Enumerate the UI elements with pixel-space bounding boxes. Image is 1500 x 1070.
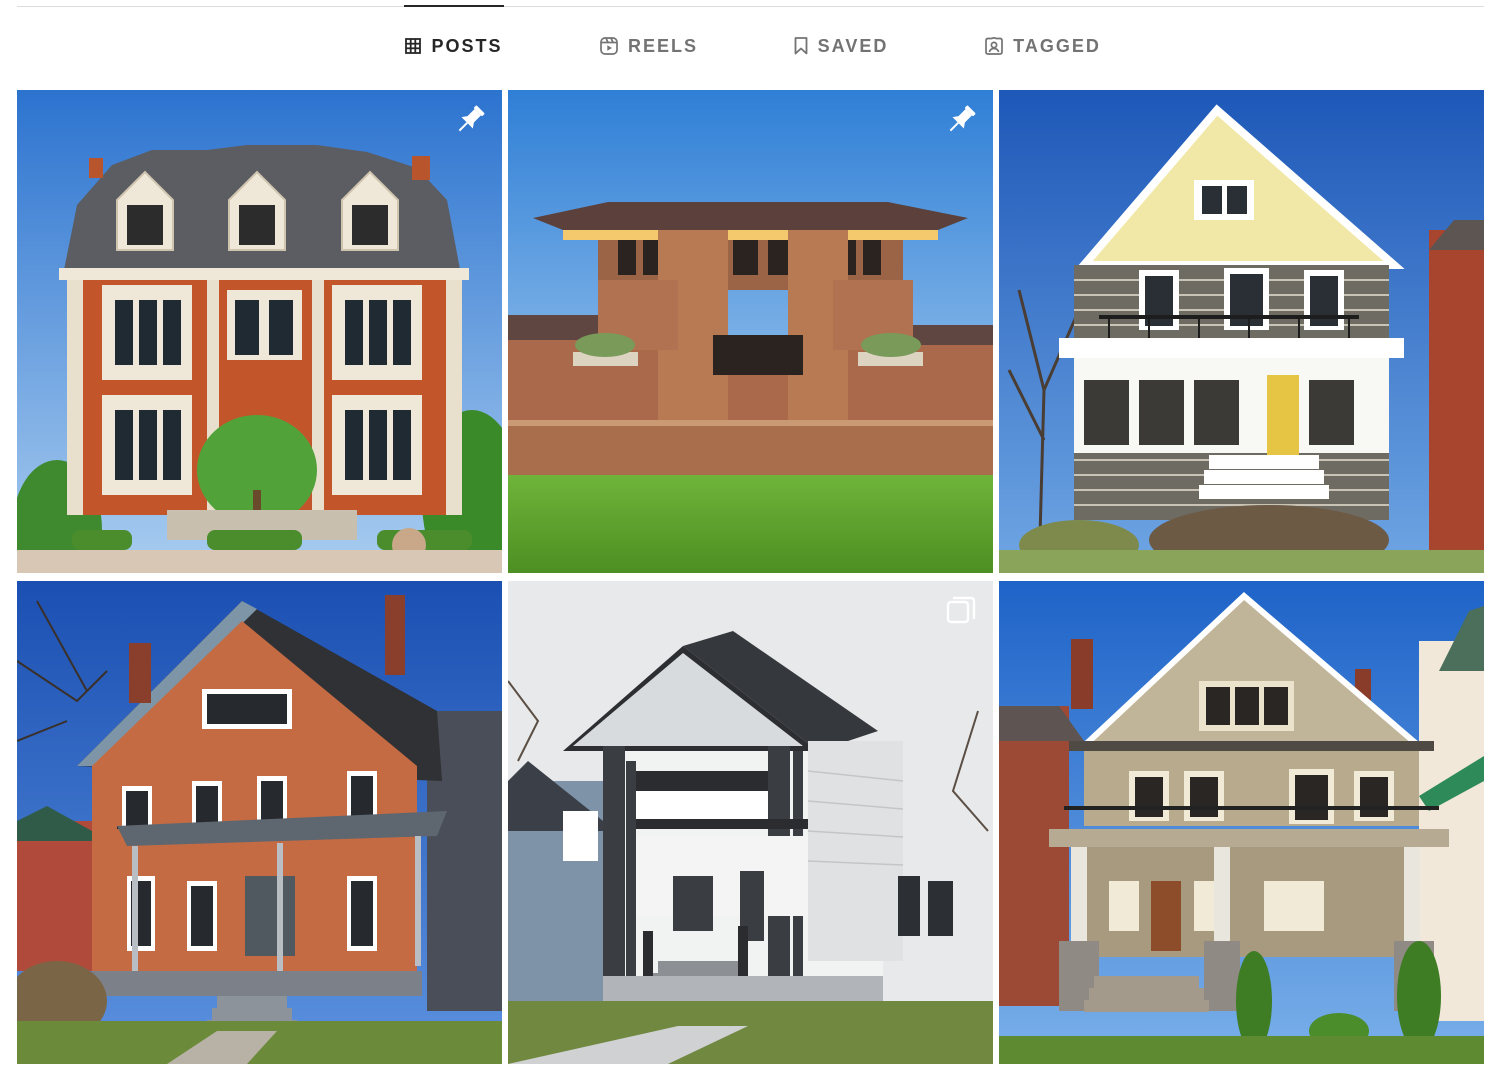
post-thumbnail[interactable] xyxy=(508,581,993,1064)
post-image xyxy=(17,90,502,573)
posts-grid xyxy=(17,90,1485,1064)
grid-icon xyxy=(405,38,422,54)
post-image xyxy=(508,581,993,1064)
post-image xyxy=(17,581,502,1064)
tab-tagged-label: TAGGED xyxy=(1013,35,1101,56)
post-thumbnail[interactable] xyxy=(17,581,502,1064)
bookmark-icon xyxy=(794,37,808,55)
tab-posts[interactable]: POSTS xyxy=(404,5,504,85)
profile-posts-page: POSTS REELS SAVED TAGGED xyxy=(0,0,1500,1070)
tab-posts-label: POSTS xyxy=(431,35,503,56)
post-thumbnail[interactable] xyxy=(999,90,1484,573)
tab-saved[interactable]: SAVED xyxy=(786,6,896,86)
pin-icon xyxy=(949,105,976,132)
post-image xyxy=(508,90,993,573)
tab-saved-label: SAVED xyxy=(817,35,889,56)
carousel-icon xyxy=(946,596,976,624)
post-image xyxy=(999,90,1484,573)
tab-tagged[interactable]: TAGGED xyxy=(980,6,1106,86)
pin-icon xyxy=(458,105,485,132)
post-thumbnail[interactable] xyxy=(17,90,502,573)
post-image xyxy=(999,581,1484,1064)
profile-tabs: POSTS REELS SAVED TAGGED xyxy=(0,5,1500,86)
post-thumbnail[interactable] xyxy=(508,90,993,573)
post-thumbnail[interactable] xyxy=(999,581,1484,1064)
reels-icon xyxy=(600,37,618,55)
tab-reels-label: REELS xyxy=(627,35,698,56)
tab-reels[interactable]: REELS xyxy=(594,6,704,86)
tagged-person-icon xyxy=(985,37,1004,55)
